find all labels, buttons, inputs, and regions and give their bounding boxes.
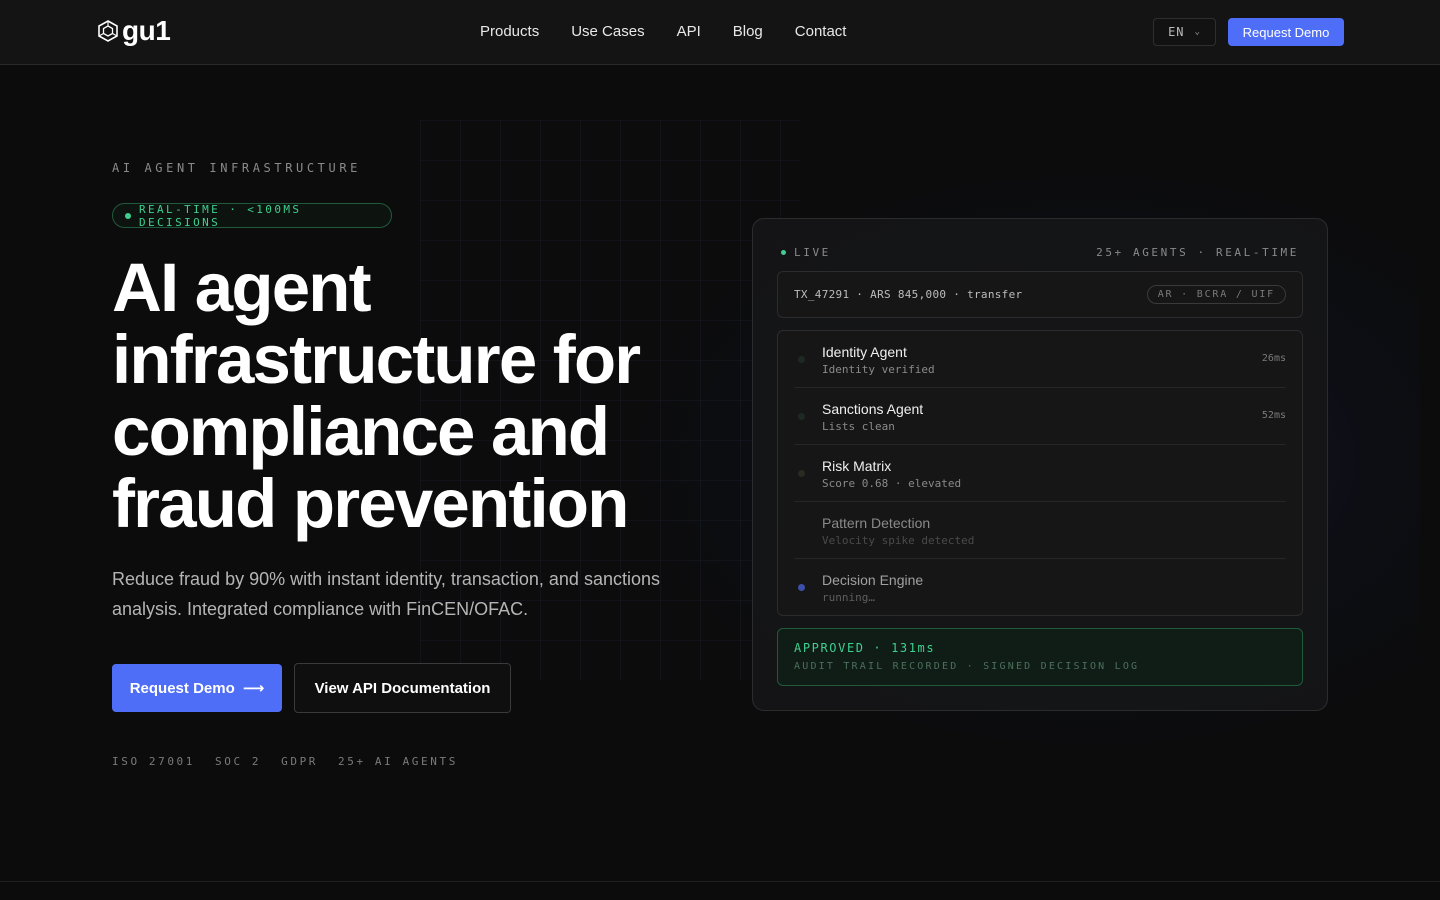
agent-status: Velocity spike detected [822,534,975,547]
agent-name: Risk Matrix [822,458,892,474]
decision-result: APPROVED · 131ms AUDIT TRAIL RECORDED · … [777,628,1303,686]
site-header: gu1 Products Use Cases API Blog Contact … [0,0,1440,65]
live-indicator: LIVE [781,246,831,259]
nav-api[interactable]: API [677,23,701,41]
status-dot-icon [125,212,131,219]
nav-contact[interactable]: Contact [795,23,847,41]
nav-use-cases[interactable]: Use Cases [571,23,644,41]
live-label: LIVE [794,245,831,259]
language-selector[interactable]: EN ⌄ [1153,18,1216,46]
panel-header: LIVE 25+ AGENTS · REAL-TIME [781,245,1299,259]
agent-name: Identity Agent [822,344,907,360]
arrow-right-icon: ⟶ [242,680,265,697]
request-demo-button[interactable]: Request Demo ⟶ [112,664,282,712]
agent-latency: 26ms [1261,353,1286,364]
status-dot-icon [798,470,805,477]
agent-name: Decision Engine [822,572,924,588]
hero-headline: AI agent infrastructure for compliance a… [112,252,712,540]
agent-latency: 52ms [1261,410,1286,421]
realtime-badge-label: REAL-TIME · <100MS DECISIONS [138,202,302,229]
logo[interactable]: gu1 [98,15,171,46]
transaction-details: TX_47291 · ARS 845,000 · transfer [794,288,1023,301]
cert-item: GDPR [281,755,319,768]
agent-status: Score 0.68 · elevated [822,477,962,490]
status-dot-icon [798,356,805,363]
agent-list: Identity Agent Identity verified 26ms Sa… [777,330,1303,616]
live-decision-panel: LIVE 25+ AGENTS · REAL-TIME TX_47291 · A… [752,218,1328,711]
nav-blog[interactable]: Blog [733,23,763,41]
headline-line: compliance and [112,393,610,470]
transaction-row: TX_47291 · ARS 845,000 · transfer AR · B… [777,271,1303,318]
section-divider [0,881,1440,882]
cert-item: ISO 27001 [112,755,196,768]
region-badge: AR · BCRA / UIF [1146,285,1286,304]
hexagon-logo-icon [98,20,118,42]
status-dot-icon [798,584,805,591]
decision-audit-note: AUDIT TRAIL RECORDED · SIGNED DECISION L… [794,661,1140,672]
headline-line: infrastructure for [112,321,641,398]
agent-status: Identity verified [822,363,935,376]
agent-row-identity: Identity Agent Identity verified 26ms [794,331,1286,388]
status-dot-icon [798,413,805,420]
logo-text: gu1 [122,15,171,46]
agent-row-pattern-detection: Pattern Detection Velocity spike detecte… [794,502,1286,559]
agent-row-risk-matrix: Risk Matrix Score 0.68 · elevated [794,445,1286,502]
language-label: EN [1168,25,1185,39]
headline-line: fraud prevention [112,465,629,542]
agent-row-decision-engine: Decision Engine running… [794,559,1286,616]
request-demo-label: Request Demo [129,679,235,697]
agent-status: Lists clean [822,420,895,433]
live-dot-icon [781,249,786,255]
decision-status: APPROVED · 131ms [794,641,936,655]
agents-realtime-label: 25+ AGENTS · REAL-TIME [1096,245,1299,259]
nav-products[interactable]: Products [480,23,539,41]
headline-line: AI agent [112,249,372,326]
hero-eyebrow: AI AGENT INFRASTRUCTURE [112,161,361,175]
chevron-down-icon: ⌄ [1194,27,1201,37]
agent-name: Sanctions Agent [822,401,924,417]
main-nav: Products Use Cases API Blog Contact [480,23,846,41]
agent-name: Pattern Detection [822,515,931,531]
cert-item: 25+ AI AGENTS [338,755,458,768]
cert-item: SOC 2 [215,755,262,768]
header-request-demo-button[interactable]: Request Demo [1228,18,1344,46]
view-api-docs-button[interactable]: View API Documentation [294,663,511,713]
certifications: ISO 27001 SOC 2 GDPR 25+ AI AGENTS [112,755,458,768]
agent-row-sanctions: Sanctions Agent Lists clean 52ms [794,388,1286,445]
hero-subtitle: Reduce fraud by 90% with instant identit… [112,569,660,619]
realtime-badge: REAL-TIME · <100MS DECISIONS [112,202,392,229]
agent-status: running… [822,591,875,604]
